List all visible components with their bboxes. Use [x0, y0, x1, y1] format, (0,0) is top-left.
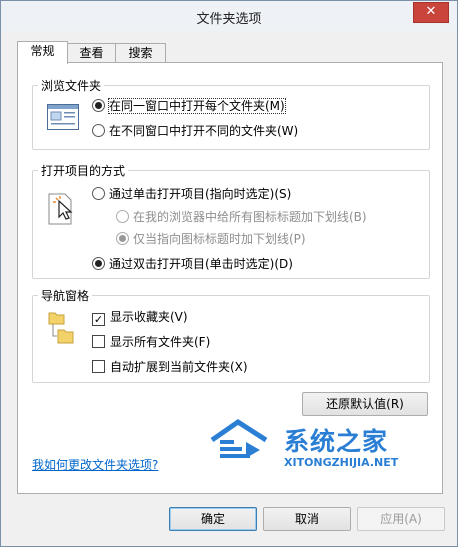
checkbox-icon	[92, 360, 105, 373]
underline-all-radio[interactable]: 在我的浏览器中给所有图标标题加下划线(B)	[116, 208, 367, 225]
show-favorites-checkbox[interactable]: ✓ 显示收藏夹(V)	[92, 308, 188, 326]
folder-tree-icon	[48, 312, 74, 344]
navigation-pane-title: 导航窗格	[38, 287, 93, 304]
radio-icon	[92, 124, 105, 137]
radio-icon	[92, 187, 105, 200]
underline-hover-label: 仅当指向图标标题时加下划线(P)	[133, 232, 306, 246]
tab-view[interactable]: 查看	[66, 43, 117, 63]
watermark: 系统之家 XITONGZHIJIA.NET	[206, 414, 446, 494]
browse-folders-group: 浏览文件夹 在同一窗口中打开每个文件夹(M) 在不同窗口中打开不同的文件夹(W)	[32, 77, 430, 150]
single-click-radio[interactable]: 通过单击打开项目(指向时选定)(S)	[92, 185, 291, 202]
checkbox-icon	[92, 335, 105, 348]
apply-button[interactable]: 应用(A)	[357, 507, 445, 531]
close-icon: ✕	[425, 4, 437, 19]
underline-all-label: 在我的浏览器中给所有图标标题加下划线(B)	[133, 210, 367, 224]
double-click-radio[interactable]: 通过双击打开项目(单击时选定)(D)	[92, 255, 293, 272]
auto-expand-checkbox[interactable]: 自动扩展到当前文件夹(X)	[92, 358, 248, 375]
tab-search[interactable]: 搜索	[115, 43, 166, 63]
show-all-folders-label: 显示所有文件夹(F)	[110, 335, 211, 349]
title-bar[interactable]: 文件夹选项 ✕	[1, 1, 457, 31]
navigation-pane-group: 导航窗格 ✓ 显示收藏夹(V) 显示所有文件夹(F) 自动扩展到当前文件夹(X)	[32, 287, 430, 383]
show-all-folders-checkbox[interactable]: 显示所有文件夹(F)	[92, 333, 210, 350]
single-click-label: 通过单击打开项目(指向时选定)(S)	[109, 187, 292, 201]
radio-icon	[116, 210, 129, 223]
radio-selected-icon	[92, 99, 105, 112]
double-click-label: 通过双击打开项目(单击时选定)(D)	[109, 257, 293, 271]
close-button[interactable]: ✕	[413, 2, 449, 23]
cancel-button[interactable]: 取消	[263, 507, 351, 531]
restore-defaults-button[interactable]: 还原默认值(R)	[302, 392, 428, 416]
folder-options-window: 文件夹选项 ✕ 常规 查看 搜索 浏览文件夹 在同一窗口中打开每个文件夹(M)	[0, 0, 458, 547]
auto-expand-label: 自动扩展到当前文件夹(X)	[110, 360, 248, 374]
open-same-window-radio[interactable]: 在同一窗口中打开每个文件夹(M)	[92, 97, 286, 114]
watermark-brand: 系统之家	[284, 427, 389, 456]
underline-hover-radio[interactable]: 仅当指向图标标题时加下划线(P)	[116, 230, 306, 247]
ok-button[interactable]: 确定	[169, 507, 257, 531]
watermark-url: XITONGZHIJIA.NET	[284, 456, 399, 469]
site-logo-icon	[210, 418, 268, 458]
open-same-window-label: 在同一窗口中打开每个文件夹(M)	[108, 98, 286, 114]
window-title: 文件夹选项	[196, 12, 262, 27]
open-new-window-label: 在不同窗口中打开不同的文件夹(W)	[109, 124, 299, 138]
browse-folders-title: 浏览文件夹	[38, 77, 105, 94]
window-layout-icon	[47, 104, 79, 130]
cursor-click-icon	[48, 193, 73, 225]
radio-selected-icon	[92, 257, 105, 270]
open-new-window-radio[interactable]: 在不同窗口中打开不同的文件夹(W)	[92, 122, 298, 139]
click-items-title: 打开项目的方式	[38, 162, 129, 179]
click-items-group: 打开项目的方式 通过单击打开项目(指向时选定)(S) 在我的浏览器中给所有图标标…	[32, 162, 430, 279]
checkbox-checked-icon: ✓	[92, 313, 105, 326]
tab-general[interactable]: 常规	[17, 41, 68, 64]
radio-selected-icon	[116, 232, 129, 245]
show-favorites-label: 显示收藏夹(V)	[110, 310, 188, 324]
help-link[interactable]: 我如何更改文件夹选项?	[32, 456, 158, 473]
